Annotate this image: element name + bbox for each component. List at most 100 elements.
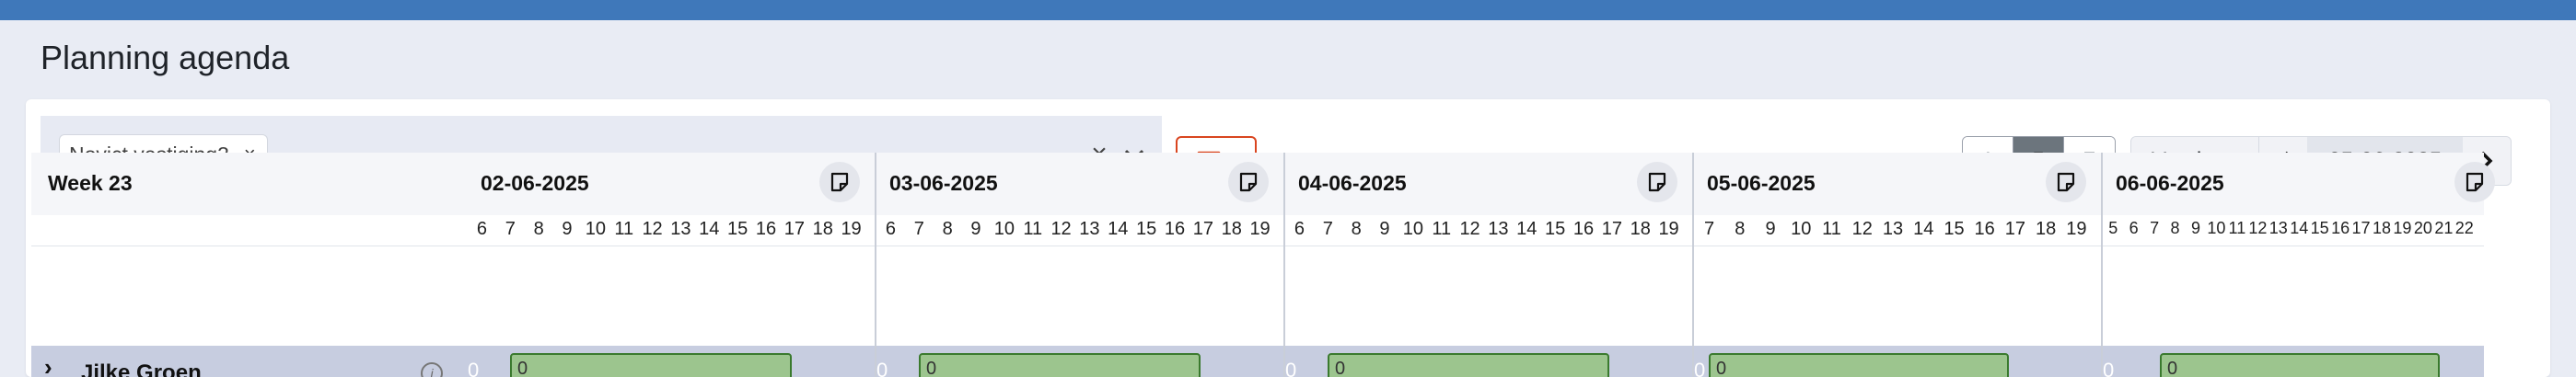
hour-label: 15 bbox=[1944, 219, 1965, 239]
hour-label: 15 bbox=[1545, 219, 1566, 239]
hour-label: 14 bbox=[699, 219, 720, 239]
calendar-header: Week 23 02-06-2025 03-06-2025 04-06-2025… bbox=[31, 153, 2495, 215]
hour-label: 21 bbox=[2434, 219, 2454, 237]
hour-label: 16 bbox=[1974, 219, 1995, 239]
hour-label: 9 bbox=[2190, 219, 2200, 237]
slot-count: 0 bbox=[1694, 359, 1706, 377]
hour-label: 18 bbox=[1630, 219, 1651, 239]
hour-label: 8 bbox=[1735, 219, 1746, 239]
day-column-header: 05-06-2025 bbox=[1692, 153, 2101, 215]
day-column-header: 04-06-2025 bbox=[1283, 153, 1692, 215]
hour-label: 8 bbox=[2170, 219, 2180, 237]
top-navbar bbox=[0, 0, 2576, 20]
page-title: Planning agenda bbox=[41, 39, 290, 76]
hour-label: 17 bbox=[2004, 219, 2026, 239]
slot-count: 0 bbox=[468, 359, 480, 377]
hour-label: 17 bbox=[1601, 219, 1622, 239]
hour-label: 6 bbox=[1294, 219, 1305, 239]
availability-bar[interactable]: 0 bbox=[1709, 353, 2009, 377]
hour-label: 13 bbox=[1488, 219, 1509, 239]
hour-label: 17 bbox=[1192, 219, 1213, 239]
day-date: 02-06-2025 bbox=[481, 171, 589, 195]
hour-label: 22 bbox=[2454, 219, 2474, 237]
hour-label: 17 bbox=[783, 219, 805, 239]
hour-label: 16 bbox=[2331, 219, 2350, 237]
slot-count: 0 bbox=[876, 359, 888, 377]
hour-label: 11 bbox=[2228, 219, 2246, 237]
hour-label: 10 bbox=[993, 219, 1015, 239]
chevron-right-icon[interactable]: › bbox=[44, 353, 52, 377]
resource-row[interactable]: › Jilke Groen i 0000000000 bbox=[31, 346, 2484, 377]
hour-label: 19 bbox=[1249, 219, 1271, 239]
hour-label: 14 bbox=[2290, 219, 2309, 237]
hour-label: 7 bbox=[1704, 219, 1715, 239]
hour-label: 7 bbox=[505, 219, 516, 239]
day-column-header: 06-06-2025 bbox=[2101, 153, 2495, 215]
hour-label: 9 bbox=[1765, 219, 1776, 239]
hour-label: 12 bbox=[1050, 219, 1072, 239]
info-icon[interactable]: i bbox=[421, 362, 443, 377]
hour-label: 11 bbox=[1822, 219, 1841, 239]
hour-label: 14 bbox=[1913, 219, 1934, 239]
hour-label: 17 bbox=[2351, 219, 2371, 237]
availability-bar[interactable]: 0 bbox=[919, 353, 1201, 377]
hour-label: 10 bbox=[585, 219, 606, 239]
hour-label: 10 bbox=[2207, 219, 2226, 237]
bar-value: 0 bbox=[1335, 359, 1346, 377]
hour-label: 18 bbox=[812, 219, 833, 239]
hour-label: 18 bbox=[2036, 219, 2057, 239]
availability-bar[interactable]: 0 bbox=[2160, 353, 2440, 377]
hour-label: 13 bbox=[1079, 219, 1100, 239]
hour-label: 8 bbox=[533, 219, 544, 239]
hour-label: 19 bbox=[1658, 219, 1679, 239]
day-column-header: 03-06-2025 bbox=[875, 153, 1283, 215]
hour-label: 7 bbox=[2150, 219, 2160, 237]
note-icon[interactable] bbox=[1637, 162, 1677, 202]
hour-label: 20 bbox=[2413, 219, 2432, 237]
hour-label: 10 bbox=[1791, 219, 1812, 239]
day-date: 03-06-2025 bbox=[889, 171, 998, 195]
bar-value: 0 bbox=[926, 359, 937, 377]
hour-label: 16 bbox=[755, 219, 777, 239]
hour-label: 9 bbox=[562, 219, 573, 239]
hour-label: 12 bbox=[642, 219, 663, 239]
hour-label: 6 bbox=[476, 219, 487, 239]
day-divider bbox=[2101, 153, 2103, 377]
availability-bar[interactable]: 0 bbox=[510, 353, 792, 377]
hour-label: 11 bbox=[614, 219, 634, 239]
hour-label: 18 bbox=[1221, 219, 1242, 239]
hours-row: 6 7 8 9 10 11 12 13 14 15 16 17 18 19 6 7 8 9 10 11 12 13 14 15… bbox=[31, 215, 2484, 246]
hour-label: 14 bbox=[1108, 219, 1129, 239]
hour-label: 9 bbox=[970, 219, 981, 239]
day-date: 06-06-2025 bbox=[2116, 171, 2224, 195]
hour-label: 13 bbox=[1882, 219, 1904, 239]
hour-label: 18 bbox=[2372, 219, 2391, 237]
day-column-header: 02-06-2025 bbox=[466, 153, 875, 215]
hour-label: 11 bbox=[1023, 219, 1043, 239]
hour-label: 5 bbox=[2108, 219, 2118, 237]
hour-label: 11 bbox=[1432, 219, 1452, 239]
availability-bar[interactable]: 0 bbox=[1328, 353, 1609, 377]
bar-value: 0 bbox=[1716, 359, 1727, 377]
day-date: 04-06-2025 bbox=[1298, 171, 1407, 195]
note-icon[interactable] bbox=[2454, 162, 2495, 202]
day-divider bbox=[1692, 153, 1694, 377]
bar-value: 0 bbox=[517, 359, 528, 377]
hour-label: 12 bbox=[1851, 219, 1873, 239]
hour-label: 16 bbox=[1164, 219, 1186, 239]
hour-label: 15 bbox=[1136, 219, 1157, 239]
hour-label: 19 bbox=[2066, 219, 2087, 239]
note-icon[interactable] bbox=[2046, 162, 2086, 202]
resource-name: Jilke Groen bbox=[81, 360, 202, 377]
week-label: Week 23 bbox=[48, 171, 133, 195]
note-icon[interactable] bbox=[1228, 162, 1269, 202]
hour-label: 7 bbox=[1322, 219, 1333, 239]
hour-label: 6 bbox=[2129, 219, 2139, 237]
hour-label: 8 bbox=[1351, 219, 1362, 239]
hour-label: 12 bbox=[2248, 219, 2268, 237]
hour-label: 13 bbox=[2269, 219, 2288, 237]
slot-count: 0 bbox=[1285, 359, 1297, 377]
hour-label: 6 bbox=[885, 219, 896, 239]
note-icon[interactable] bbox=[819, 162, 860, 202]
hour-label: 7 bbox=[913, 219, 924, 239]
